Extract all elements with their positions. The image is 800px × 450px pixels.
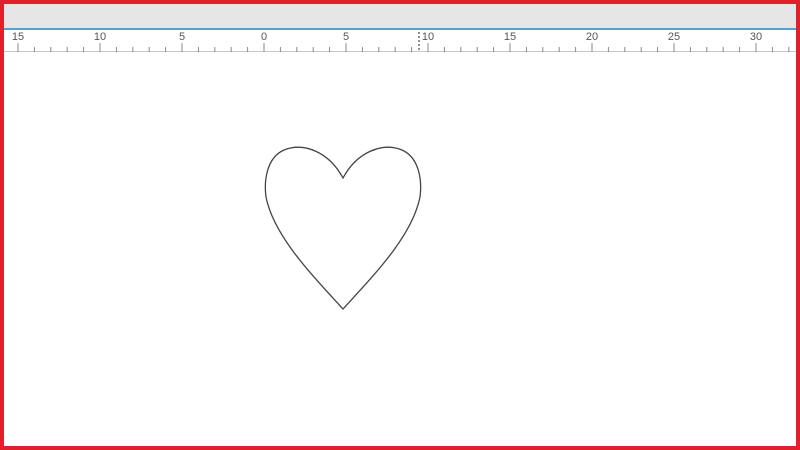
ruler-label: 0 xyxy=(260,31,268,43)
ruler-label: 30 xyxy=(749,31,763,43)
ruler-label: 5 xyxy=(178,31,186,43)
heart-outline xyxy=(264,146,422,310)
ruler-label: 10 xyxy=(421,31,435,43)
ruler-label: 15 xyxy=(503,31,517,43)
heart-shape[interactable] xyxy=(4,52,796,446)
ruler-label: 5 xyxy=(342,31,350,43)
drawing-canvas[interactable] xyxy=(4,52,796,446)
ruler-label: 10 xyxy=(93,31,107,43)
horizontal-ruler[interactable]: 15 10 5 0 5 10 15 20 25 30 xyxy=(4,28,796,52)
ruler-label: 20 xyxy=(585,31,599,43)
ruler-label: 15 xyxy=(11,31,25,43)
ruler-label: 25 xyxy=(667,31,681,43)
toolbar-strip xyxy=(4,4,796,28)
